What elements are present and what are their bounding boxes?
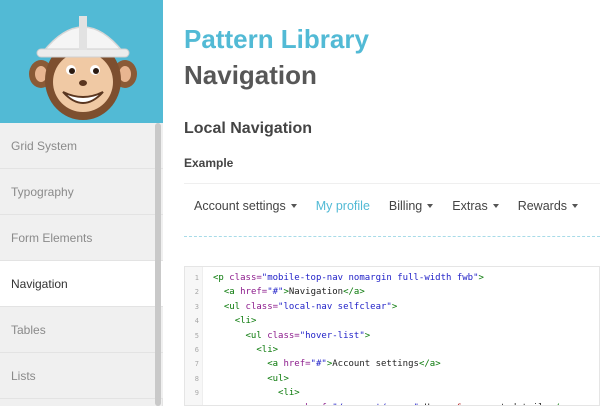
code-text: <li>	[256, 344, 279, 355]
tab-label: My profile	[315, 199, 370, 213]
sidebar-item-typography[interactable]: Typography	[0, 169, 163, 215]
page-title: Navigation	[184, 60, 317, 90]
sidebar-item-label: Typography	[11, 185, 74, 199]
line-number: 6	[194, 345, 199, 354]
tab-my-profile[interactable]: My profile	[316, 199, 370, 213]
tab-account-settings[interactable]: Account settings	[194, 199, 297, 213]
code-text: <ul class="hover-list">	[245, 330, 371, 341]
sidebar-item-tables[interactable]: Tables	[0, 307, 163, 353]
chimp-logo-icon[interactable]	[27, 6, 139, 123]
code-line: 10 <a href="/account/users">Users & acco…	[185, 401, 599, 405]
code-line: 3 <ul class="local-nav selfclear">	[185, 300, 599, 314]
code-text: <ul class="local-nav selfclear">	[223, 301, 398, 312]
line-number: 3	[194, 302, 199, 311]
tab-rewards[interactable]: Rewards	[517, 199, 579, 213]
caret-down-icon	[572, 204, 579, 208]
code-line: 5 <ul class="hover-list">	[185, 329, 599, 343]
line-number: 1	[194, 274, 199, 282]
sidebar-item-label: Grid System	[11, 139, 78, 153]
page-supertitle: Pattern Library	[184, 24, 369, 54]
line-number: 4	[194, 317, 199, 326]
sidebar-item-grid-system[interactable]: Grid System	[0, 123, 163, 169]
code-line: 8 <ul>	[185, 372, 599, 386]
section-title: Local Navigation	[184, 120, 313, 137]
code-text: <a href="#">Account settings</a>	[267, 359, 441, 370]
code-text: <li>	[278, 388, 300, 399]
code-text: <a href="#">Navigation</a>	[223, 287, 365, 298]
code-text: <ul>	[267, 373, 289, 384]
sidebar: Grid System Typography Form Elements Nav…	[0, 0, 163, 406]
line-number: 7	[194, 360, 199, 369]
caret-down-icon	[492, 204, 499, 208]
line-number: 2	[194, 288, 199, 297]
logo-area	[0, 0, 163, 123]
sidebar-item-navigation[interactable]: Navigation	[0, 261, 163, 307]
sidebar-scrollbar[interactable]	[155, 123, 161, 406]
code-line: 6 <li>	[185, 343, 599, 357]
sidebar-item-label: Form Elements	[11, 231, 93, 245]
tab-extras[interactable]: Extras	[452, 199, 499, 213]
code-lines: 1 <p class="mobile-top-nav nomargin full-…	[185, 271, 599, 405]
tab-label: Rewards	[517, 199, 568, 213]
tab-label: Account settings	[194, 199, 286, 213]
line-number: 5	[194, 331, 199, 340]
code-text: <a href="/account/users">Users & account…	[213, 401, 571, 405]
sidebar-item-form-elements[interactable]: Form Elements	[0, 215, 163, 261]
sidebar-item-label: Lists	[11, 369, 36, 383]
code-line: 2 <a href="#">Navigation</a>	[185, 285, 599, 299]
main-content: Pattern Library Navigation Local Navigat…	[184, 0, 600, 406]
sidebar-item-label: Tables	[11, 323, 46, 337]
example-label: Example	[184, 156, 234, 170]
code-text: <li>	[234, 316, 257, 327]
tab-billing[interactable]: Billing	[388, 199, 434, 213]
example-local-nav: Account settings My profile Billing Extr…	[184, 183, 600, 237]
code-line: 7 <a href="#">Account settings</a>	[185, 357, 599, 371]
code-line: 1 <p class="mobile-top-nav nomargin full-…	[185, 271, 599, 285]
line-number: 8	[194, 374, 199, 383]
tab-label: Billing	[388, 199, 423, 213]
line-number: 9	[194, 389, 199, 398]
caret-down-icon	[427, 204, 434, 208]
local-nav-tabs: Account settings My profile Billing Extr…	[194, 199, 597, 213]
tab-label: Extras	[452, 199, 488, 213]
code-line: 4 <li>	[185, 314, 599, 328]
caret-down-icon	[290, 204, 297, 208]
sidebar-item-lists[interactable]: Lists	[0, 353, 163, 399]
code-text: <p class="mobile-top-nav nomargin full-w…	[213, 273, 484, 283]
sidebar-item-label: Navigation	[11, 277, 68, 291]
code-sample: 1 <p class="mobile-top-nav nomargin full-…	[184, 266, 600, 406]
sidebar-nav: Grid System Typography Form Elements Nav…	[0, 123, 163, 399]
code-line: 9 <li>	[185, 386, 599, 400]
line-number: 10	[185, 401, 199, 405]
